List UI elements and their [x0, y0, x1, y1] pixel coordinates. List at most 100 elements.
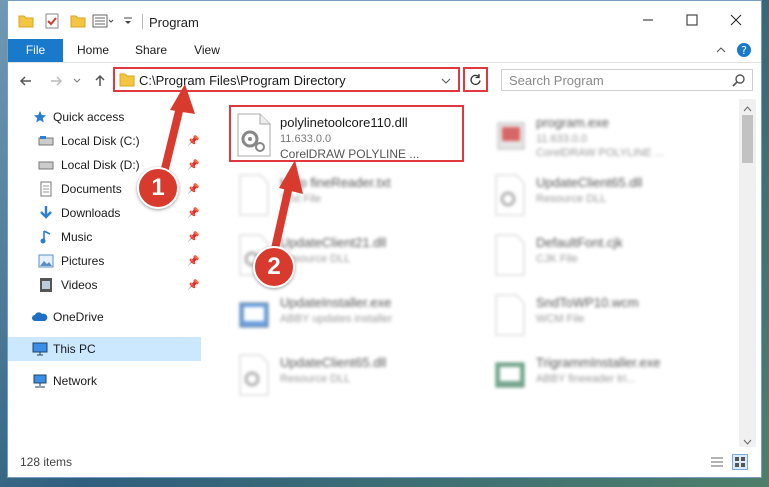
nav-item-music[interactable]: Music 📌 — [8, 225, 201, 249]
file-type: Resource DLL — [536, 193, 607, 205]
file-item[interactable]: DefaultFont.cjk CJK File — [484, 225, 734, 285]
file-item[interactable]: Help fineReader.txt Text File — [228, 165, 478, 225]
svg-text:?: ? — [741, 44, 747, 57]
checkmark-properties-icon[interactable] — [44, 13, 60, 29]
refresh-button[interactable] — [463, 67, 488, 92]
download-icon — [38, 205, 54, 221]
file-version: 11.633.0.0 — [536, 133, 588, 145]
file-name: program.exe — [536, 115, 609, 130]
search-input[interactable]: Search Program — [501, 69, 753, 91]
file-name: Help fineReader.txt — [280, 175, 391, 190]
nav-item-quick-access[interactable]: Quick access — [8, 105, 201, 129]
back-button[interactable] — [16, 71, 36, 91]
close-button[interactable] — [714, 1, 758, 39]
file-description: CorelDRAW POLYLINE ... — [536, 147, 664, 159]
nav-item-this-pc[interactable]: This PC — [8, 337, 201, 361]
file-item[interactable]: UpdateInstaller.exe ABBY updates install… — [228, 285, 478, 345]
large-icons-view-icon[interactable] — [732, 454, 748, 470]
pin-icon: 📌 — [187, 207, 200, 219]
highlight-box — [229, 105, 464, 162]
pin-icon: 📌 — [187, 183, 200, 195]
new-folder-icon[interactable] — [70, 13, 86, 29]
status-bar: 128 items — [8, 447, 761, 477]
nav-label: Documents — [61, 182, 122, 196]
nav-label: Quick access — [53, 110, 125, 124]
details-view-icon[interactable] — [710, 455, 724, 472]
file-type: Resource DLL — [280, 373, 351, 385]
forward-button[interactable] — [46, 71, 66, 91]
star-icon — [32, 109, 48, 125]
file-item[interactable]: SndToWP10.wcm WCM File — [484, 285, 734, 345]
file-item[interactable]: TrigrammInstaller.exe ABBY fineeader tri… — [484, 345, 734, 405]
nav-label: Music — [61, 230, 93, 244]
network-icon — [32, 373, 48, 389]
nav-item-network[interactable]: Network — [8, 369, 201, 393]
installer-icon — [234, 293, 274, 337]
exe-icon — [490, 113, 530, 157]
folder-icon — [119, 72, 135, 90]
file-name: SndToWP10.wcm — [536, 295, 639, 310]
search-icon — [732, 73, 746, 90]
minimize-button[interactable] — [626, 1, 670, 39]
documents-icon — [38, 181, 54, 197]
step-2-badge: 2 — [253, 246, 295, 288]
expand-ribbon-icon[interactable] — [715, 44, 727, 59]
pictures-icon — [38, 253, 54, 269]
nav-label: Local Disk (C:) — [61, 134, 140, 148]
step-1-badge: 1 — [137, 167, 179, 209]
nav-item-pictures[interactable]: Pictures 📌 — [8, 249, 201, 273]
tab-file[interactable]: File — [8, 39, 63, 62]
help-icon[interactable]: ? — [736, 42, 752, 61]
ribbon-tabs: File Home Share View ? — [8, 39, 761, 63]
vertical-scrollbar[interactable] — [739, 99, 756, 447]
view-options-icon[interactable] — [92, 13, 114, 29]
file-item[interactable]: UpdateClient65.dll Resource DLL — [228, 345, 478, 405]
tab-home[interactable]: Home — [68, 39, 118, 62]
address-path: C:\Program Files\Program Directory — [139, 73, 346, 88]
nav-label: This PC — [53, 342, 96, 356]
nav-label: Downloads — [61, 206, 121, 220]
search-placeholder: Search Program — [509, 73, 604, 88]
file-name: UpdateInstaller.exe — [280, 295, 392, 310]
nav-label: Network — [53, 374, 98, 388]
nav-item-videos[interactable]: Videos 📌 — [8, 273, 201, 297]
file-name: DefaultFont.cjk — [536, 235, 623, 250]
customize-dropdown-icon[interactable] — [122, 13, 134, 29]
nav-item-onedrive[interactable]: OneDrive — [8, 305, 201, 329]
address-bar[interactable]: C:\Program Files\Program Directory — [113, 67, 460, 92]
up-button[interactable] — [90, 71, 110, 91]
scroll-up-icon[interactable] — [743, 102, 752, 116]
file-item[interactable]: UpdateClient65.dll Resource DLL — [484, 165, 734, 225]
drive-icon — [38, 133, 54, 149]
file-explorer-window: Program File Home Share View ? C:\Progra… — [7, 0, 762, 478]
tab-share[interactable]: Share — [126, 39, 176, 62]
computer-icon — [32, 341, 48, 357]
installer-icon — [490, 353, 530, 397]
cloud-icon — [32, 309, 48, 325]
pin-icon: 📌 — [187, 159, 200, 171]
chevron-down-icon[interactable] — [441, 75, 451, 89]
navigation-pane: Quick access Local Disk (C:) 📌 Local Dis… — [8, 99, 201, 447]
tab-view[interactable]: View — [182, 39, 232, 62]
dll-gear-icon — [490, 173, 530, 217]
file-type: ABBY fineeader tri... — [536, 373, 636, 385]
file-name: TrigrammInstaller.exe — [536, 355, 661, 370]
maximize-button[interactable] — [670, 1, 714, 39]
generic-file-icon — [490, 293, 530, 337]
folder-icon[interactable] — [18, 13, 34, 29]
nav-item-local-disk-c[interactable]: Local Disk (C:) 📌 — [8, 129, 201, 153]
pin-icon: 📌 — [187, 255, 200, 267]
title-separator — [142, 14, 143, 29]
pin-icon: 📌 — [187, 135, 200, 147]
scrollbar-thumb[interactable] — [742, 115, 753, 163]
file-name: UpdateClient65.dll — [536, 175, 643, 190]
window-title: Program — [149, 15, 199, 30]
nav-item-downloads[interactable]: Downloads 📌 — [8, 201, 201, 225]
address-row: C:\Program Files\Program Directory Searc… — [8, 63, 761, 99]
file-item[interactable]: program.exe 11.633.0.0 CorelDRAW POLYLIN… — [484, 105, 734, 165]
file-name: UpdateClient65.dll — [280, 355, 387, 370]
file-type: CJK File — [536, 253, 578, 265]
music-icon — [38, 229, 54, 245]
recent-locations-button[interactable] — [70, 71, 84, 91]
file-name: UpdateClient21.dll — [280, 235, 387, 250]
